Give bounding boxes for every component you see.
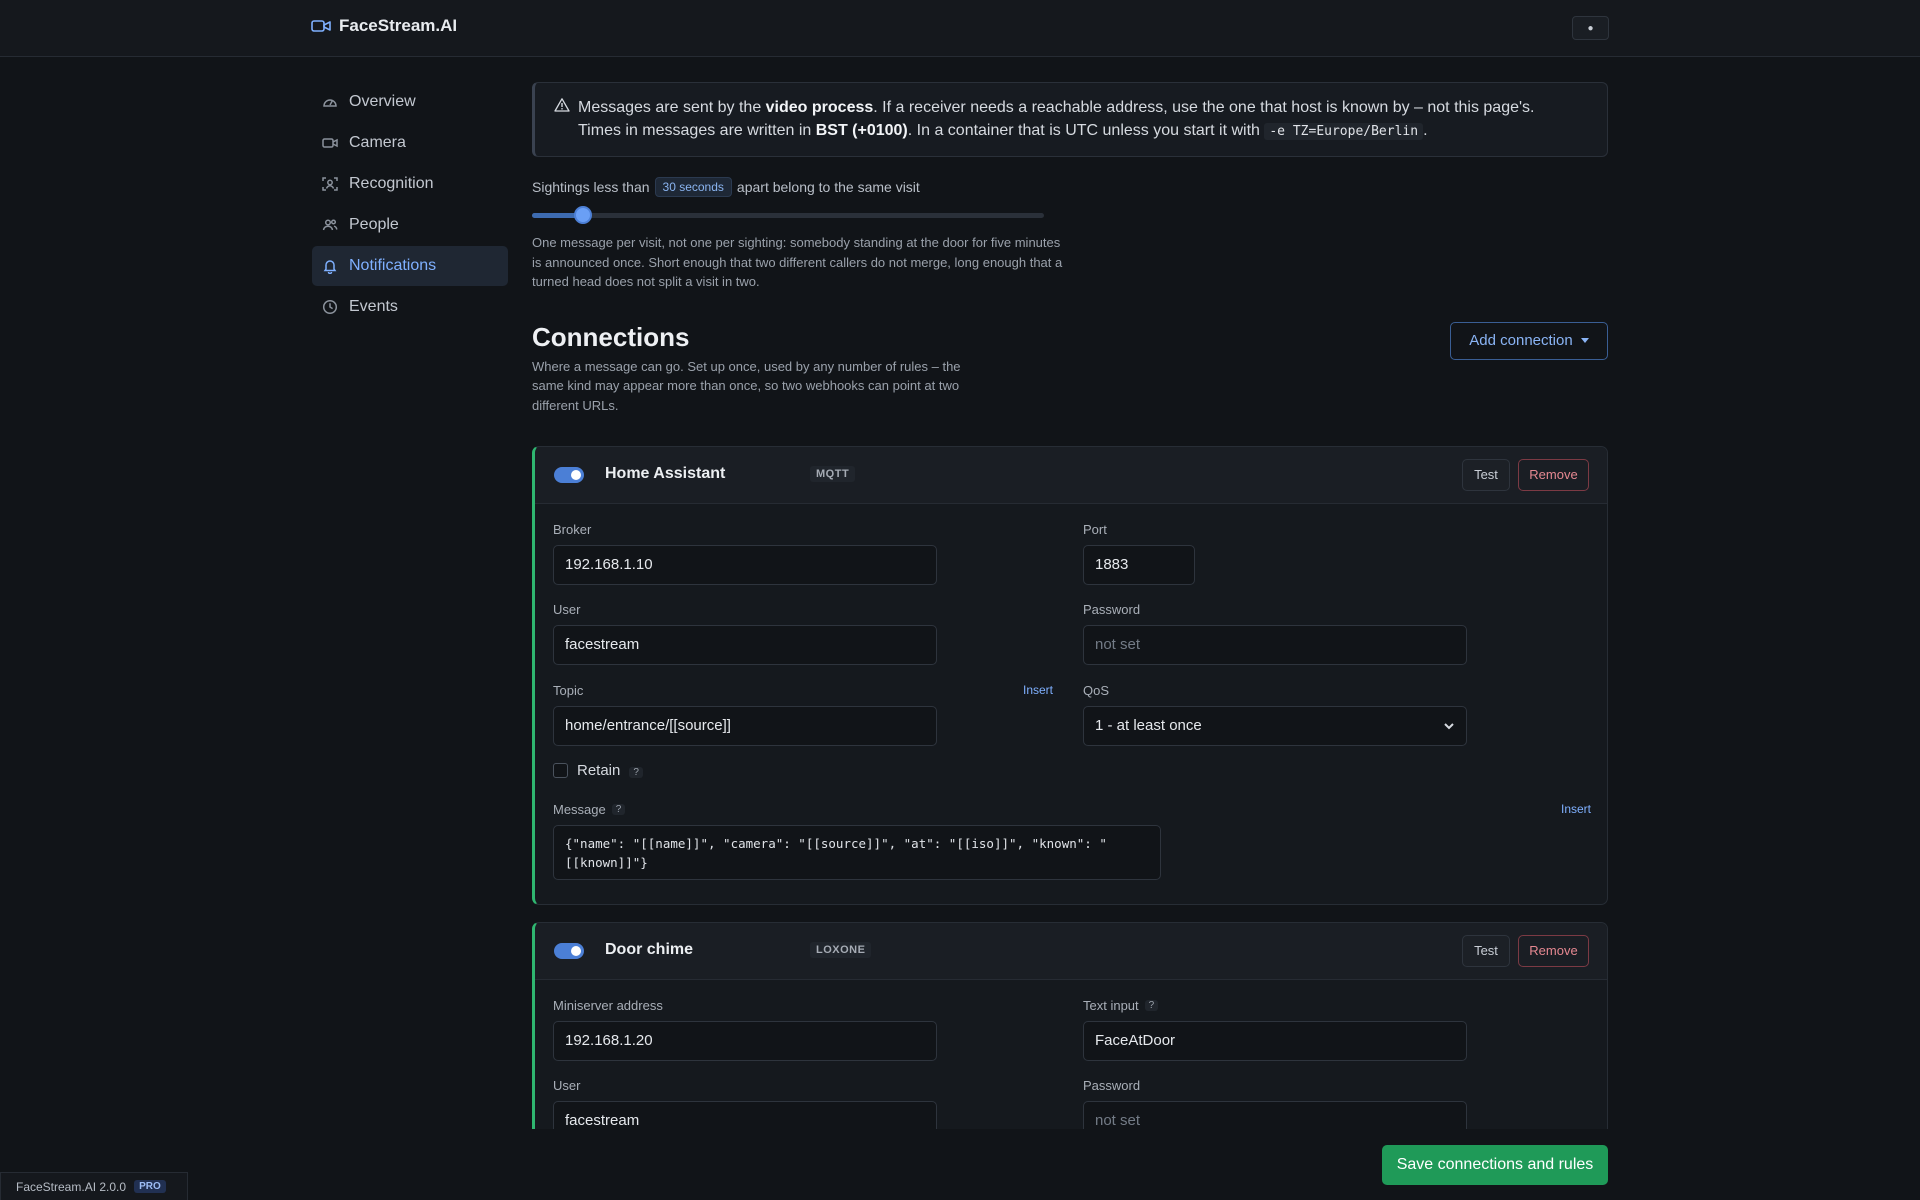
brand[interactable]: FaceStream.AI (311, 16, 457, 36)
topic-input[interactable]: home/entrance/[[source]] (553, 705, 937, 746)
password-field: Password not set (1083, 602, 1467, 665)
help-icon[interactable]: ? (629, 766, 643, 778)
version-footer: FaceStream.AI 2.0.0 PRO (0, 1172, 188, 1200)
sidebar-item-label: People (349, 216, 399, 233)
message-insert-link[interactable]: Insert (1561, 802, 1591, 816)
alert-bold: video process (765, 99, 874, 116)
sidebar-item-overview[interactable]: Overview (312, 82, 508, 122)
test-button[interactable]: Test (1462, 934, 1510, 967)
alert-line-2: Times in messages are written in BST (+0… (578, 122, 1428, 140)
face-scan-icon (322, 177, 338, 191)
connection-name[interactable]: Home Assistant (605, 465, 725, 483)
pro-badge: PRO (134, 1180, 166, 1193)
warning-icon (554, 98, 570, 112)
enable-toggle[interactable] (554, 466, 584, 483)
sidebar-item-events[interactable]: Events (312, 287, 508, 327)
main-content: Messages are sent by the video process. … (532, 82, 1608, 1200)
section-title: Connections (532, 321, 690, 352)
scroll-fade (0, 1129, 1920, 1200)
visit-gap-row: Sightings less than 30 seconds apart bel… (532, 177, 1608, 197)
enable-toggle[interactable] (554, 942, 584, 959)
miniserver-address-field: Miniserver address 192.168.1.20 (553, 998, 937, 1061)
sidebar-item-label: Events (349, 298, 398, 315)
connection-kind-badge: MQTT (810, 465, 856, 482)
connection-name[interactable]: Door chime (605, 941, 693, 959)
video-camera-icon (311, 20, 331, 32)
app-title: FaceStream.AI (339, 16, 458, 35)
test-button[interactable]: Test (1462, 458, 1510, 491)
text-input-input[interactable]: FaceAtDoor (1083, 1020, 1467, 1061)
qos-field: QoS 1 - at least once (1083, 683, 1467, 746)
sidebar-item-people[interactable]: People (312, 205, 508, 245)
camera-icon (322, 138, 338, 148)
caret-down-icon (1580, 338, 1589, 343)
top-bar: FaceStream.AI ● (0, 0, 1920, 57)
remove-button[interactable]: Remove (1518, 458, 1589, 491)
slider-track (532, 213, 1044, 218)
alert-code: -e TZ=Europe/Berlin (1264, 123, 1424, 140)
sidebar: Overview Camera Recognition People Notif… (312, 82, 508, 328)
user-field: User facestream (553, 602, 937, 665)
visit-gap-slider[interactable] (532, 206, 1044, 224)
sidebar-item-recognition[interactable]: Recognition (312, 164, 508, 204)
retain-row: Retain ? (553, 762, 643, 779)
qos-select[interactable]: 1 - at least once (1083, 705, 1467, 746)
broker-input[interactable]: 192.168.1.10 (553, 544, 937, 585)
topic-insert-link[interactable]: Insert (1023, 683, 1053, 697)
theme-toggle-button[interactable]: ● (1572, 16, 1609, 40)
port-input[interactable]: 1883 (1083, 544, 1195, 585)
visit-gap-prefix: Sightings less than (532, 179, 650, 195)
connection-kind-badge: LOXONE (810, 941, 872, 958)
info-alert: Messages are sent by the video process. … (532, 82, 1608, 157)
version-text: FaceStream.AI 2.0.0 (16, 1179, 127, 1194)
message-textarea[interactable]: {"name": "[[name]]", "camera": "[[source… (553, 824, 1161, 880)
gauge-icon (323, 99, 337, 107)
miniserver-address-input[interactable]: 192.168.1.20 (553, 1020, 937, 1061)
sidebar-item-label: Recognition (349, 175, 434, 192)
sidebar-item-label: Overview (349, 93, 416, 110)
retain-checkbox[interactable] (553, 762, 568, 778)
sidebar-item-notifications[interactable]: Notifications (312, 246, 508, 286)
card-body: Broker 192.168.1.10 Port 1883 User faces… (535, 504, 1607, 904)
message-field: Message ? Insert {"name": "[[name]]", "c… (553, 802, 1591, 880)
user-input[interactable]: facestream (553, 624, 937, 665)
alert-bold: BST (+0100) (815, 122, 908, 139)
help-icon[interactable]: ? (611, 803, 626, 815)
help-icon[interactable]: ? (1144, 999, 1159, 1011)
connection-card-mqtt: Home Assistant MQTT Test Remove Broker 1… (532, 445, 1608, 905)
chevron-down-icon (1444, 722, 1454, 729)
connections-header: Connections Where a message can go. Set … (532, 321, 1608, 428)
bell-icon (323, 260, 337, 274)
remove-button[interactable]: Remove (1518, 934, 1589, 967)
sidebar-item-label: Camera (349, 134, 406, 151)
topic-field: Topic Insert home/entrance/[[source]] (553, 683, 1053, 746)
broker-field: Broker 192.168.1.10 (553, 522, 937, 585)
slider-thumb[interactable] (574, 206, 592, 224)
card-header: Door chime LOXONE Test Remove (535, 922, 1607, 980)
visit-gap-suffix: apart belong to the same visit (736, 179, 920, 195)
visit-gap-help: One message per visit, not one per sight… (532, 235, 1063, 289)
retain-label: Retain (577, 761, 621, 779)
port-field: Port 1883 (1083, 522, 1195, 585)
alert-line-1: Messages are sent by the video process. … (578, 99, 1535, 116)
theme-dot-icon: ● (1587, 22, 1594, 34)
sidebar-item-label: Notifications (349, 257, 437, 274)
section-description: Where a message can go. Set up once, use… (532, 358, 961, 413)
visit-gap-value: 30 seconds (654, 177, 732, 197)
text-input-field: Text input ? FaceAtDoor (1083, 998, 1467, 1061)
clock-icon (322, 299, 338, 315)
people-icon (322, 219, 338, 231)
sidebar-item-camera[interactable]: Camera (312, 123, 508, 163)
save-connections-button[interactable]: Save connections and rules (1382, 1145, 1608, 1185)
password-input[interactable]: not set (1083, 624, 1467, 665)
card-header: Home Assistant MQTT Test Remove (535, 446, 1607, 504)
add-connection-button[interactable]: Add connection (1450, 321, 1608, 360)
